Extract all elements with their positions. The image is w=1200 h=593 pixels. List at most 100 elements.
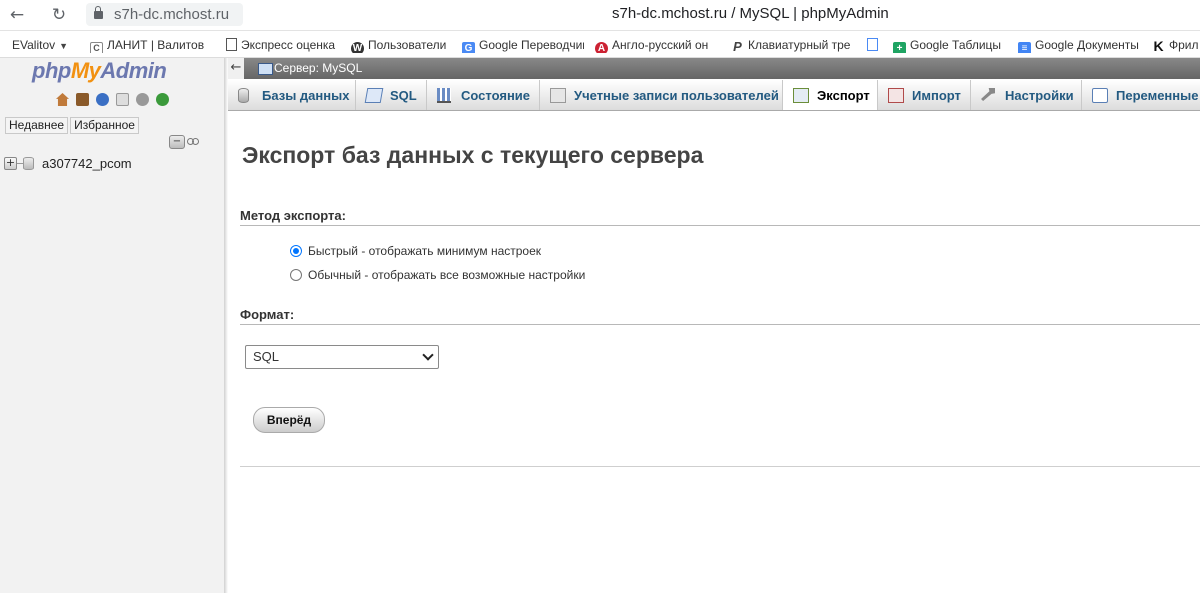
users-icon	[550, 88, 566, 103]
gear-icon[interactable]	[136, 93, 150, 106]
google-docs-icon: ≡	[1018, 42, 1031, 53]
bookmark-dictionary[interactable]: A Англо-русский он	[595, 37, 718, 53]
page-title: Экспорт баз данных с текущего сервера	[242, 142, 704, 168]
tab-variables[interactable]: Переменные	[1082, 80, 1200, 110]
logout-icon[interactable]	[76, 93, 90, 106]
tab-label: Импорт	[912, 88, 961, 103]
go-button[interactable]: Вперёд	[253, 407, 325, 433]
tab-label: Состояние	[461, 88, 531, 103]
quick-links	[56, 93, 171, 107]
tab-settings[interactable]: Настройки	[971, 80, 1082, 110]
quick-export-radio[interactable]	[290, 244, 302, 257]
bookmark-keyboard-trainer[interactable]: P Клавиатурный тре	[731, 37, 853, 53]
tab-label: SQL	[390, 88, 417, 103]
tab-label: Базы данных	[262, 88, 350, 103]
tab-label: Учетные записи пользователей	[574, 88, 779, 103]
divider	[240, 225, 1200, 226]
reload-icon[interactable]: ↻	[47, 3, 71, 27]
chevron-down-icon: ▼	[59, 41, 69, 51]
tab-import[interactable]: Импорт	[878, 80, 971, 110]
bookmark-label: Англо-русский он	[612, 38, 709, 52]
custom-export-radio[interactable]	[290, 268, 302, 281]
main-menu-tabs: Базы данных SQL Состояние Учетные записи…	[228, 80, 1200, 111]
tab-label: Экспорт	[817, 88, 870, 103]
divider	[240, 466, 1200, 467]
dictionary-icon: A	[595, 42, 608, 53]
back-arrow-icon[interactable]: ←	[5, 3, 29, 27]
google-translate-icon: G	[462, 42, 475, 53]
expand-plus-icon[interactable]: +	[4, 157, 17, 170]
panel-divider[interactable]	[224, 58, 228, 593]
blue-document-icon	[867, 38, 878, 51]
k-icon: K	[1153, 38, 1164, 53]
sql-icon	[364, 88, 384, 103]
import-icon	[888, 88, 904, 103]
breadcrumb: ← Сервер: MySQL	[228, 58, 1200, 79]
p-icon: P	[733, 39, 742, 53]
bookmark-google-docs[interactable]: ≡ Google Документы	[1018, 37, 1142, 53]
export-method-label: Метод экспорта:	[240, 208, 346, 223]
format-label: Формат:	[240, 307, 295, 322]
collapse-all-icon[interactable]: −	[169, 135, 185, 149]
bookmark-google-sheets[interactable]: + Google Таблицы	[893, 37, 1010, 53]
recent-tables-button[interactable]: Недавнее	[5, 117, 69, 134]
tab-user-accounts[interactable]: Учетные записи пользователей	[540, 80, 783, 110]
bookmark-lanit[interactable]: C ЛАНИТ | Валитов	[90, 37, 208, 53]
favorite-tables-button[interactable]: Избранное	[70, 117, 139, 134]
format-select[interactable]: SQL	[245, 345, 439, 369]
chevron-down-icon	[422, 349, 434, 361]
server-icon	[258, 63, 273, 75]
reload-navigation-icon[interactable]	[156, 93, 170, 106]
tab-label: Переменные	[1116, 88, 1199, 103]
bookmark-label: Клавиатурный тре	[748, 38, 851, 52]
bookmark-folder-evalitov[interactable]: EValitov ▼	[12, 37, 82, 53]
tab-databases[interactable]: Базы данных	[228, 80, 356, 110]
tab-label: Настройки	[1005, 88, 1074, 103]
variables-icon	[1092, 88, 1108, 103]
bookmark-freelance[interactable]: K Фрил	[1152, 37, 1200, 53]
link-icon[interactable]	[187, 137, 200, 146]
bookmark-label: Google Документы	[1035, 38, 1139, 52]
collapse-panel-arrow-icon[interactable]: ←	[228, 58, 244, 79]
custom-export-radio-option[interactable]: Обычный - отображать все возможные настр…	[290, 264, 585, 282]
window-title: s7h-dc.mchost.ru / MySQL | phpMyAdmin	[612, 5, 889, 22]
tab-export[interactable]: Экспорт	[783, 80, 878, 110]
address-bar[interactable]: s7h-dc.mchost.ru	[86, 3, 243, 26]
bookmark-blue-doc[interactable]	[867, 37, 885, 53]
bookmark-google-translate[interactable]: G Google Переводчик	[462, 37, 584, 53]
recent-favorites: Недавнее Избранное	[5, 114, 141, 134]
export-icon	[793, 88, 809, 103]
tab-status[interactable]: Состояние	[427, 80, 540, 110]
bookmarks-bar: EValitov ▼ C ЛАНИТ | Валитов Экспресс оцен…	[0, 31, 1200, 58]
lock-icon	[94, 6, 103, 19]
breadcrumb-server[interactable]: Сервер: MySQL	[274, 61, 362, 75]
bookmark-label: Пользователи	[368, 38, 447, 52]
tab-sql[interactable]: SQL	[356, 80, 427, 110]
custom-export-label[interactable]: Обычный - отображать все возможные настр…	[308, 268, 585, 282]
database-icon	[23, 157, 34, 170]
help-icon[interactable]	[96, 93, 110, 106]
logo-my: My	[70, 58, 101, 83]
navigation-panel: phpMyAdmin Недавнее Избранное − + a307742_…	[0, 58, 225, 593]
database-icon	[238, 88, 249, 103]
format-selected-value: SQL	[253, 349, 280, 364]
quick-export-radio-option[interactable]: Быстрый - отображать минимум настроек	[290, 240, 541, 258]
wrench-icon	[981, 88, 995, 101]
home-icon[interactable]	[56, 93, 69, 106]
quick-export-label[interactable]: Быстрый - отображать минимум настроек	[308, 244, 541, 258]
divider	[240, 324, 1200, 325]
browser-toolbar: ← ↻ s7h-dc.mchost.ru s7h-dc.mchost.ru / …	[0, 0, 1200, 31]
database-tree-item[interactable]: + a307742_pcom	[4, 153, 132, 171]
document-icon	[226, 38, 237, 51]
bookmark-express-estimate[interactable]: Экспресс оценка	[226, 37, 344, 53]
documentation-icon[interactable]	[116, 93, 130, 106]
phpmyadmin-logo[interactable]: phpMyAdmin	[32, 58, 167, 84]
bookmark-label: EValitov	[12, 38, 56, 52]
database-name[interactable]: a307742_pcom	[42, 156, 132, 171]
logo-php: php	[32, 58, 71, 83]
bookmark-users[interactable]: W Пользователи	[351, 37, 453, 53]
google-sheets-icon: +	[893, 42, 906, 53]
c-icon: C	[90, 42, 103, 53]
bookmark-label: Google Переводчик	[479, 38, 584, 52]
logo-admin: Admin	[100, 58, 167, 83]
